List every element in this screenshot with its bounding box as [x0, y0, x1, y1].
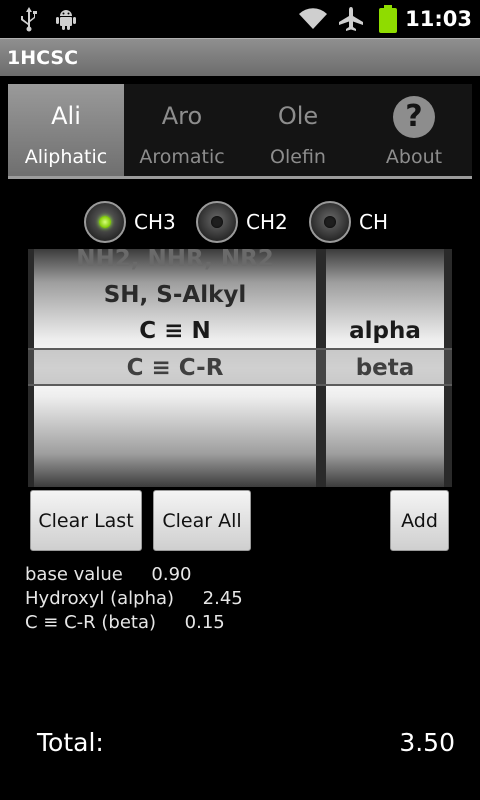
- radio-ch3[interactable]: CH3: [84, 198, 176, 246]
- tab-aromatic-label: Aromatic: [139, 146, 225, 168]
- total-value: 3.50: [399, 728, 455, 757]
- tab-olefin-label: Olefin: [270, 146, 326, 168]
- summary-row: C ≡ C-R (beta) 0.15: [25, 612, 225, 633]
- wifi-icon: [298, 0, 328, 38]
- summary-label: base value: [25, 564, 123, 585]
- tab-aliphatic-label: Aliphatic: [24, 146, 108, 168]
- radio-ch-label: CH: [359, 210, 389, 234]
- title-bar: 1HCSC: [0, 38, 480, 76]
- substituent-wheel[interactable]: NH2, NHR, NR2 SH, S-Alkyl C ≡ N C ≡ C-R: [34, 249, 316, 487]
- tab-olefin[interactable]: Ole Olefin: [240, 84, 356, 176]
- usb-icon: [18, 0, 40, 38]
- summary-row: Hydroxyl (alpha) 2.45: [25, 588, 243, 609]
- tab-aliphatic[interactable]: Ali Aliphatic: [8, 84, 124, 176]
- radio-ch3-label: CH3: [134, 210, 176, 234]
- radio-ch[interactable]: CH: [309, 198, 388, 246]
- clear-all-button[interactable]: Clear All: [153, 490, 251, 551]
- wheel-item: C ≡ N: [139, 318, 211, 344]
- total-label: Total:: [37, 728, 104, 757]
- radio-ch-indicator: [309, 201, 351, 243]
- position-wheel[interactable]: alpha beta: [326, 249, 444, 487]
- android-debug-icon: [54, 0, 78, 38]
- summary-row: base value 0.90: [25, 564, 191, 585]
- clock: 11:03: [405, 7, 472, 31]
- tab-olefin-icon: Ole: [277, 102, 319, 130]
- summary-value: 0.90: [151, 564, 192, 585]
- tab-aromatic[interactable]: Aro Aromatic: [124, 84, 240, 176]
- add-button[interactable]: Add: [390, 490, 449, 551]
- radio-ch3-indicator: [84, 201, 126, 243]
- tab-aromatic-icon: Aro: [161, 102, 203, 130]
- help-icon: ?: [393, 96, 435, 138]
- status-bar: 11:03: [0, 0, 480, 38]
- radio-ch2[interactable]: CH2: [196, 198, 288, 246]
- summary-value: 0.15: [184, 612, 225, 633]
- clear-last-button[interactable]: Clear Last: [30, 490, 142, 551]
- summary-label: Hydroxyl (alpha): [25, 588, 175, 609]
- wheel-item-selected: beta: [355, 355, 415, 381]
- tab-underline: [8, 176, 472, 179]
- radio-ch2-indicator: [196, 201, 238, 243]
- tab-bar: Ali Aliphatic Aro Aromatic Ole Olefin ? …: [8, 84, 472, 176]
- app-title: 1HCSC: [7, 47, 79, 69]
- summary-value: 2.45: [202, 588, 243, 609]
- wheel-item-selected: C ≡ C-R: [126, 355, 224, 381]
- tab-aliphatic-icon: Ali: [51, 102, 81, 130]
- wheel-picker: NH2, NHR, NR2 SH, S-Alkyl C ≡ N C ≡ C-R …: [28, 249, 452, 487]
- radio-ch2-label: CH2: [246, 210, 288, 234]
- tab-about[interactable]: ? About: [356, 84, 472, 176]
- wheel-item: SH, S-Alkyl: [103, 282, 247, 308]
- wheel-item: NH2, NHR, NR2: [76, 249, 274, 272]
- wheel-item: alpha: [349, 318, 421, 344]
- tab-about-label: About: [385, 146, 443, 168]
- battery-icon: [376, 0, 400, 38]
- summary-label: C ≡ C-R (beta): [25, 612, 157, 633]
- airplane-icon: [337, 0, 365, 38]
